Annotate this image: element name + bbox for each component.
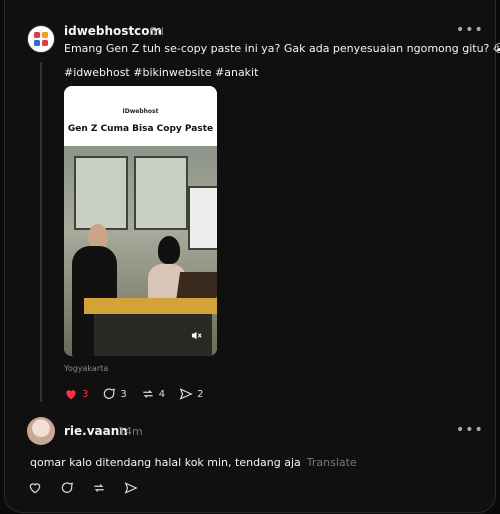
speaker-muted-icon xyxy=(191,331,202,339)
reply-text: qomar kalo ditendang halal kok min, tend… xyxy=(30,456,301,469)
window xyxy=(188,186,217,250)
share-icon xyxy=(124,482,138,494)
repost-count: 4 xyxy=(158,388,166,400)
reply-avatar[interactable] xyxy=(27,417,55,445)
reply-share-button[interactable] xyxy=(124,481,138,495)
repost-button[interactable]: 4 xyxy=(141,387,165,401)
idwebhost-logo-icon xyxy=(34,32,48,46)
repost-icon xyxy=(94,484,104,492)
reply-text-row: qomar kalo ditendang halal kok min, tend… xyxy=(30,456,357,469)
heart-icon xyxy=(29,483,41,494)
translate-link[interactable]: Translate xyxy=(307,456,357,469)
post-text: Emang Gen Z tuh se-copy paste ini ya? Ga… xyxy=(64,42,500,55)
reply-time: 14m xyxy=(118,425,143,438)
share-button[interactable]: 2 xyxy=(179,387,204,401)
repost-icon xyxy=(143,390,153,398)
reply-more-icon[interactable]: ••• xyxy=(456,422,484,438)
post-actions: 3 3 4 2 xyxy=(64,387,218,401)
like-button[interactable]: 3 xyxy=(64,387,88,401)
comment-count: 3 xyxy=(120,388,127,400)
video-header: IDwebhost Gen Z Cuma Bisa Copy Paste xyxy=(64,86,217,146)
reply-actions xyxy=(28,481,152,495)
comment-button[interactable]: 3 xyxy=(102,387,127,401)
mute-icon[interactable] xyxy=(185,324,207,346)
post-time: 5d xyxy=(150,25,164,38)
reply-repost-button[interactable] xyxy=(92,481,106,495)
more-icon[interactable]: ••• xyxy=(456,22,484,38)
reply-like-button[interactable] xyxy=(28,481,42,495)
video-headline: Gen Z Cuma Bisa Copy Paste xyxy=(67,124,214,134)
like-count: 3 xyxy=(82,388,89,400)
video-brand: IDwebhost xyxy=(122,108,159,115)
person-head xyxy=(158,236,180,264)
thread-line xyxy=(40,62,42,402)
share-count: 2 xyxy=(197,388,204,400)
share-icon xyxy=(179,388,193,400)
heart-icon xyxy=(66,390,76,400)
post-hashtags[interactable]: #idwebhost #bikinwebsite #anakit xyxy=(64,66,258,79)
reply-comment-button[interactable] xyxy=(60,481,74,495)
comment-icon xyxy=(61,482,74,493)
post-location[interactable]: Yogyakarta xyxy=(64,364,108,373)
post-video[interactable]: IDwebhost Gen Z Cuma Bisa Copy Paste xyxy=(64,86,217,356)
window xyxy=(74,156,128,230)
avatar[interactable] xyxy=(27,25,55,53)
table-top xyxy=(84,298,217,314)
post-username[interactable]: idwebhostcom xyxy=(64,24,162,38)
window xyxy=(134,156,188,230)
comment-icon xyxy=(104,388,116,399)
